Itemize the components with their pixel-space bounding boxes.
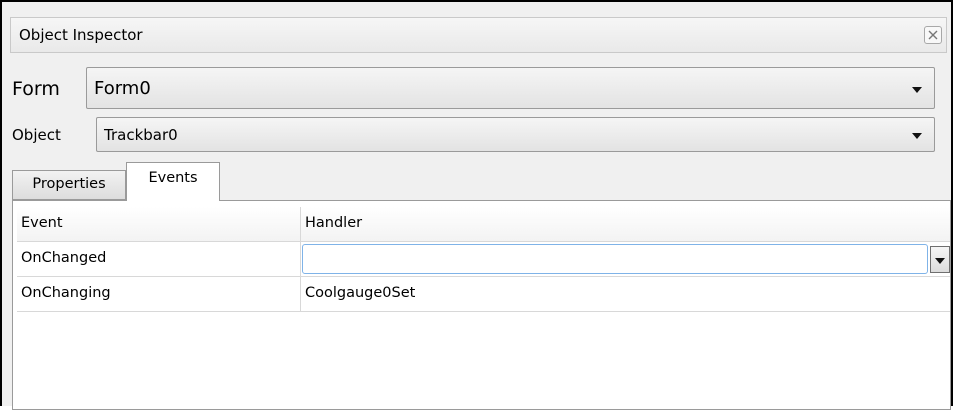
table-row[interactable]: OnChanging Coolgauge0Set [17, 277, 950, 312]
handler-cell[interactable]: Coolgauge0Set [301, 277, 950, 311]
chevron-down-icon [912, 133, 922, 139]
title-bar: Object Inspector [10, 17, 947, 53]
window-title: Object Inspector [19, 26, 143, 44]
form-label: Form [12, 78, 60, 100]
form-dropdown[interactable]: Form0 [86, 67, 935, 109]
column-header-handler[interactable]: Handler [301, 207, 950, 241]
object-dropdown-value: Trackbar0 [104, 126, 178, 144]
tab-properties[interactable]: Properties [12, 170, 126, 200]
handler-dropdown-button[interactable] [930, 246, 950, 273]
object-dropdown[interactable]: Trackbar0 [96, 117, 935, 152]
event-name-cell[interactable]: OnChanged [17, 242, 301, 276]
grid-header-row: Event Handler [17, 207, 950, 242]
events-grid: Event Handler OnChanged OnChanging Coolg… [17, 207, 950, 312]
close-icon [928, 30, 938, 40]
object-label: Object [12, 126, 61, 144]
table-row[interactable]: OnChanged [17, 242, 950, 277]
chevron-down-icon [912, 87, 922, 93]
form-dropdown-value: Form0 [94, 78, 151, 99]
close-button[interactable] [924, 26, 942, 44]
handler-combo-input[interactable] [302, 244, 928, 274]
column-header-event[interactable]: Event [17, 207, 301, 241]
tab-events[interactable]: Events [126, 162, 220, 201]
chevron-down-icon [935, 258, 945, 264]
events-panel: Event Handler OnChanged OnChanging Coolg… [12, 200, 951, 410]
event-name-cell[interactable]: OnChanging [17, 277, 301, 311]
object-inspector-window: Object Inspector Form Form0 Object Track… [0, 0, 953, 410]
